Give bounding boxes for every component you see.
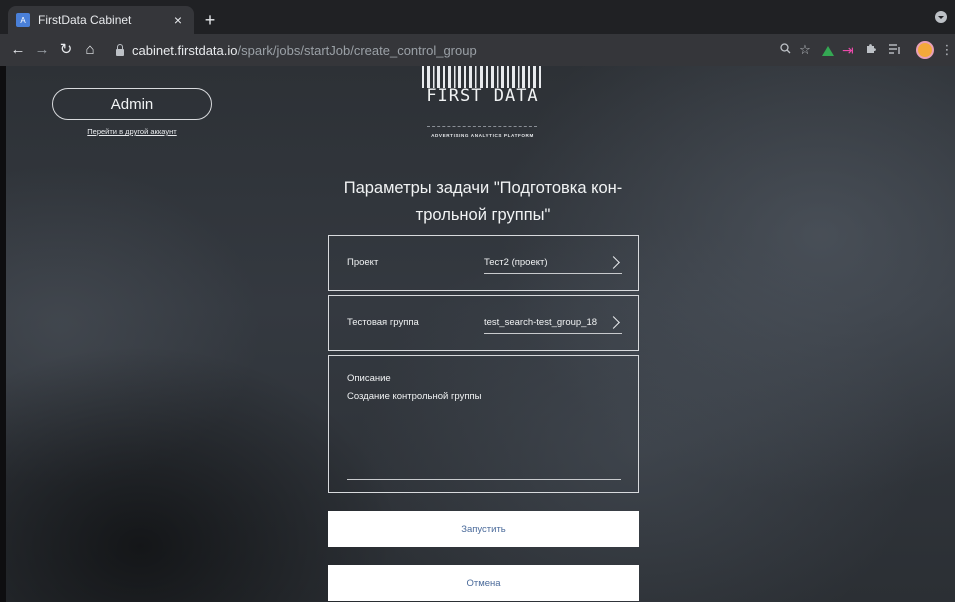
back-icon[interactable]: ← xyxy=(8,40,28,60)
close-tab-icon[interactable]: × xyxy=(170,12,186,28)
kebab-menu-icon[interactable]: ⋮ xyxy=(938,41,955,59)
zoom-icon[interactable] xyxy=(776,41,794,59)
description-field[interactable]: Описание Создание контрольной группы xyxy=(328,355,639,493)
url-path: /spark/jobs/startJob/create_control_grou… xyxy=(237,42,477,58)
browser-toolbar: ← → ↻ ⌂ cabinet.firstdata.io/spark/jobs/… xyxy=(0,34,955,66)
project-value[interactable]: Тест2 (проект) xyxy=(484,257,548,268)
browser-tab-bar: A FirstData Cabinet × + xyxy=(0,0,955,34)
forward-icon[interactable]: → xyxy=(32,40,52,60)
new-tab-button[interactable]: + xyxy=(200,10,220,30)
page-edge xyxy=(0,66,6,602)
logo-text: FIRST DATA xyxy=(426,86,539,106)
reload-icon[interactable]: ↻ xyxy=(56,40,76,60)
test-group-value[interactable]: test_search-test_group_18 xyxy=(484,317,597,328)
extension-arrow-icon[interactable]: ⇥ xyxy=(842,41,854,59)
test-group-underline xyxy=(484,333,622,334)
chevron-right-icon[interactable] xyxy=(607,316,620,329)
chevron-right-icon[interactable] xyxy=(607,256,620,269)
firstdata-logo: FIRST DATA ADVERTISING ANALYTICS PLATFOR… xyxy=(415,66,550,146)
account-button[interactable]: Admin xyxy=(52,88,212,120)
browser-tab[interactable]: A FirstData Cabinet × xyxy=(8,6,194,34)
account-name: Admin xyxy=(110,95,154,113)
profile-avatar-icon[interactable] xyxy=(916,41,934,59)
project-label: Проект xyxy=(347,257,379,268)
test-group-label: Тестовая группа xyxy=(347,317,419,328)
tab-search-icon[interactable] xyxy=(935,11,947,23)
logo-subtitle: ADVERTISING ANALYTICS PLATFORM xyxy=(431,133,534,138)
address-bar[interactable]: cabinet.firstdata.io/spark/jobs/startJob… xyxy=(104,38,804,62)
page-content: Admin Перейти в другой аккаунт FIRST DAT… xyxy=(0,66,955,602)
page-title-line-1: Параметры задачи "Подготовка кон- xyxy=(343,179,623,197)
reading-list-icon[interactable] xyxy=(886,41,904,59)
url-host: cabinet.firstdata.io xyxy=(132,42,238,58)
description-underline xyxy=(347,479,621,480)
description-label: Описание xyxy=(347,373,391,384)
page-title: Параметры задачи "Подготовка кон- трольн… xyxy=(318,175,648,229)
google-drive-icon[interactable] xyxy=(822,46,834,56)
logo-divider xyxy=(427,126,537,127)
description-textarea[interactable]: Создание контрольной группы xyxy=(347,391,481,402)
lock-icon[interactable] xyxy=(116,43,124,56)
home-icon[interactable]: ⌂ xyxy=(80,40,100,60)
favicon-icon: A xyxy=(16,13,30,27)
cancel-button[interactable]: Отмена xyxy=(328,565,639,601)
tab-title: FirstData Cabinet xyxy=(38,13,132,27)
switch-account-link[interactable]: Перейти в другой аккаунт xyxy=(52,127,212,136)
run-button[interactable]: Запустить xyxy=(328,511,639,547)
puzzle-icon[interactable] xyxy=(862,41,880,59)
barcode-graphic xyxy=(422,66,541,88)
project-underline xyxy=(484,273,622,274)
project-field[interactable]: Проект Тест2 (проект) xyxy=(328,235,639,291)
bookmark-star-icon[interactable]: ☆ xyxy=(796,41,814,59)
page-title-line-2: трольной группы" xyxy=(415,206,551,224)
test-group-field[interactable]: Тестовая группа test_search-test_group_1… xyxy=(328,295,639,351)
